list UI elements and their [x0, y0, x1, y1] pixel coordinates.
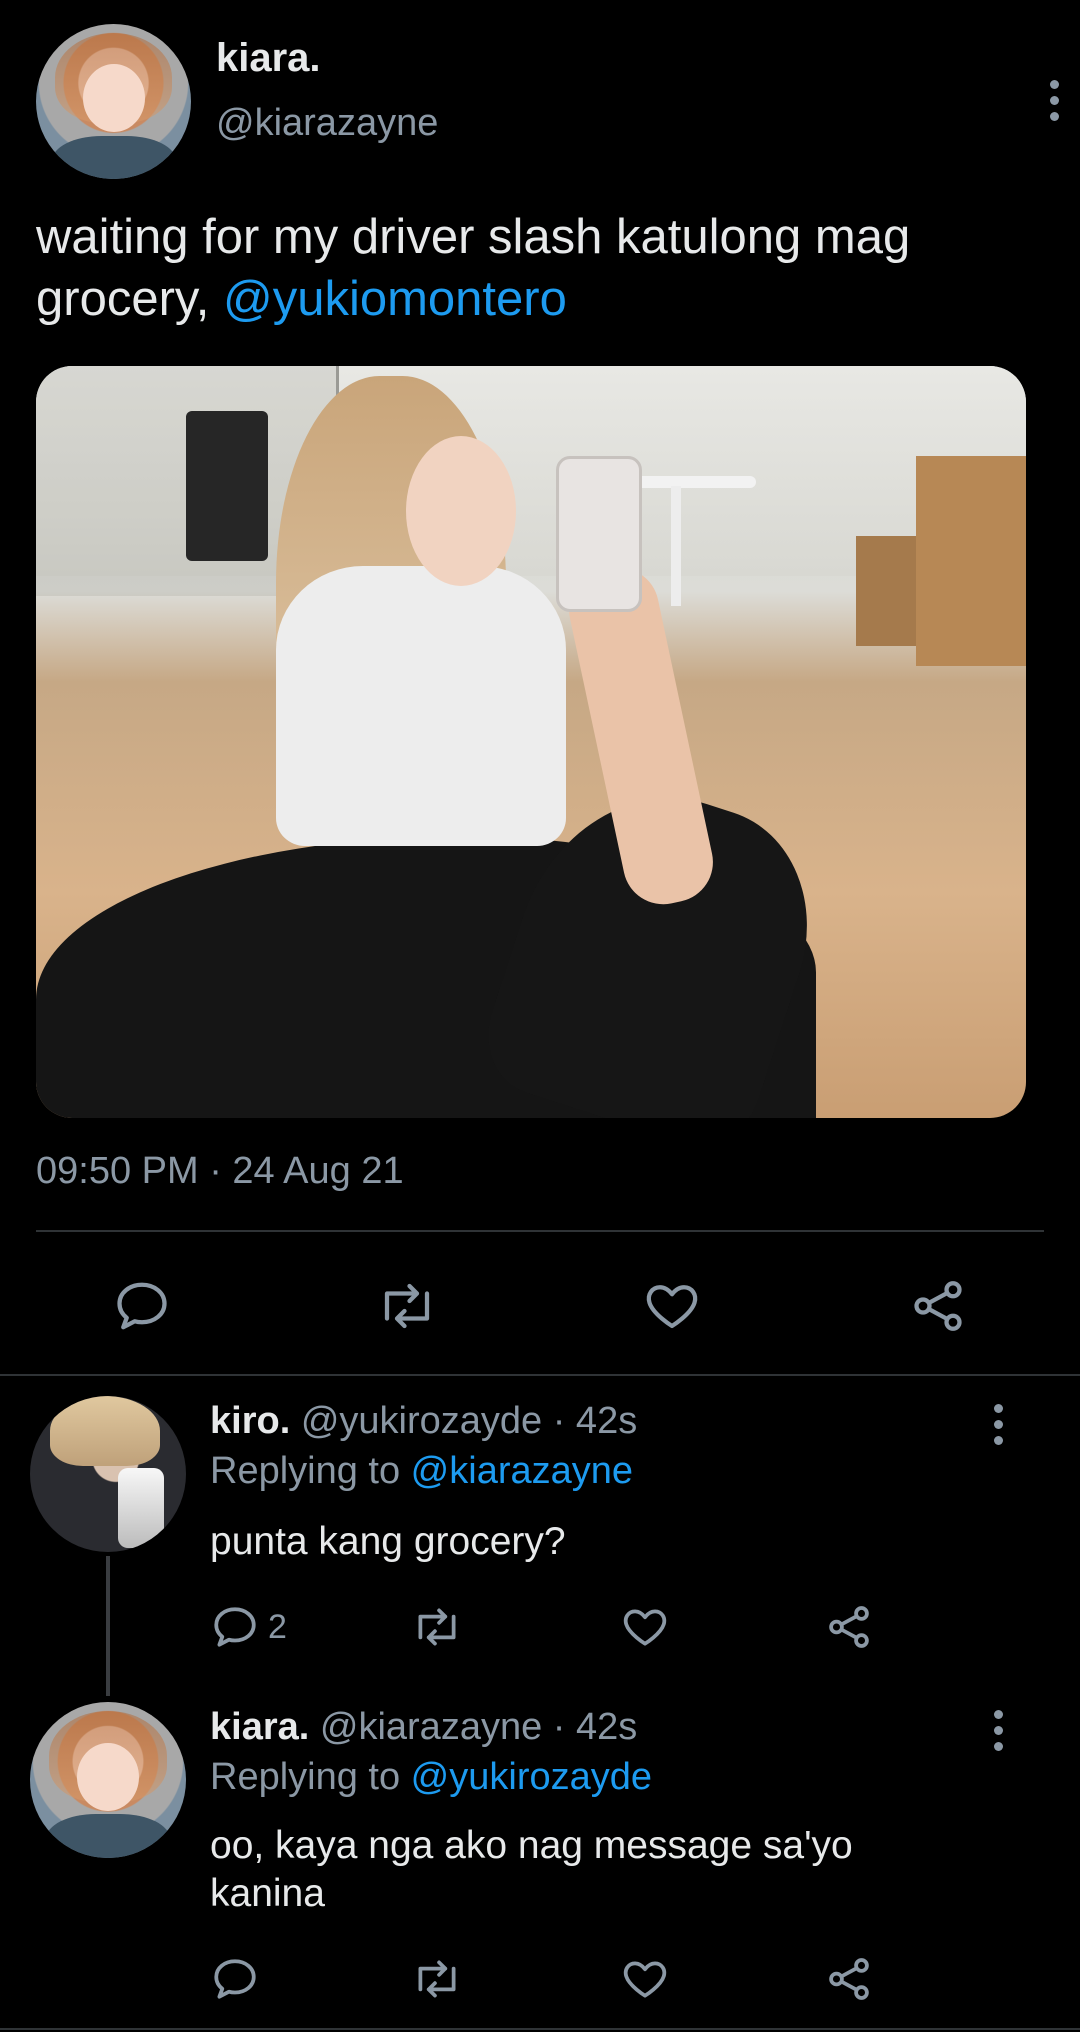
retweet-icon [418, 1960, 456, 1998]
thread-line [106, 1556, 110, 1696]
like-button[interactable] [620, 1602, 670, 1652]
reply-meta: kiro. @yukirozayde · 42s [210, 1400, 637, 1443]
reply-icon [214, 1959, 256, 1999]
tweet-text: waiting for my driver slash katulong mag… [36, 206, 1046, 330]
share-button[interactable] [824, 1954, 874, 2004]
more-options-icon[interactable] [992, 1404, 1004, 1445]
reply-meta: kiara. @kiarazayne · 42s [210, 1706, 637, 1749]
tweet-photo[interactable] [36, 366, 1026, 1118]
divider [0, 1374, 1080, 1376]
divider [0, 2028, 1080, 2030]
replying-to-label: Replying to [210, 1450, 411, 1492]
share-icon [829, 1958, 869, 2000]
retweet-button[interactable] [410, 1954, 464, 2004]
share-button[interactable] [824, 1602, 874, 1652]
replying-to: Replying to @kiarazayne [210, 1450, 633, 1493]
like-button[interactable] [620, 1954, 670, 2004]
handle[interactable]: @yukirozayde [301, 1400, 542, 1442]
reply-text: oo, kaya nga ako nag message sa'yo kanin… [210, 1824, 853, 1915]
share-icon [829, 1606, 869, 1648]
replying-to-label: Replying to [210, 1756, 411, 1798]
retweet-button[interactable] [374, 1276, 440, 1336]
reply-text: punta kang grocery? [210, 1520, 566, 1563]
more-options-icon[interactable] [1048, 80, 1060, 121]
display-name[interactable]: kiara. [216, 36, 321, 81]
reply-count: 2 [268, 1607, 287, 1646]
reply-time: · 42s [552, 1706, 638, 1748]
retweet-button[interactable] [410, 1602, 464, 1652]
heart-icon [646, 1285, 698, 1329]
heart-icon [623, 1961, 667, 1998]
reply-button[interactable]: 2 [210, 1602, 287, 1652]
reply-button[interactable] [112, 1276, 172, 1336]
display-name[interactable]: kiara. [210, 1706, 309, 1748]
like-button[interactable] [642, 1276, 702, 1336]
display-name[interactable]: kiro. [210, 1400, 290, 1442]
handle[interactable]: @kiarazayne [320, 1706, 542, 1748]
reply-button[interactable] [210, 1954, 260, 2004]
share-button[interactable] [908, 1276, 968, 1336]
divider [36, 1230, 1044, 1232]
avatar[interactable] [30, 1396, 186, 1552]
share-icon [914, 1281, 962, 1331]
handle[interactable]: @kiarazayne [216, 102, 438, 145]
replying-to: Replying to @yukirozayde [210, 1756, 652, 1799]
mention-link[interactable]: @kiarazayne [411, 1450, 633, 1492]
tweet-header: kiara. @kiarazayne [36, 24, 1059, 184]
reply-icon [117, 1282, 167, 1330]
mention-link[interactable]: @yukiomontero [223, 272, 567, 326]
heart-icon [623, 1609, 667, 1646]
reply-time: · 42s [552, 1400, 638, 1442]
retweet-icon [384, 1283, 430, 1329]
avatar[interactable] [36, 24, 191, 179]
more-options-icon[interactable] [992, 1710, 1004, 1751]
tweet-timestamp: 09:50 PM · 24 Aug 21 [36, 1150, 404, 1192]
reply-icon [214, 1607, 256, 1647]
mention-link[interactable]: @yukirozayde [411, 1756, 652, 1798]
retweet-icon [418, 1608, 456, 1646]
avatar[interactable] [30, 1702, 186, 1858]
